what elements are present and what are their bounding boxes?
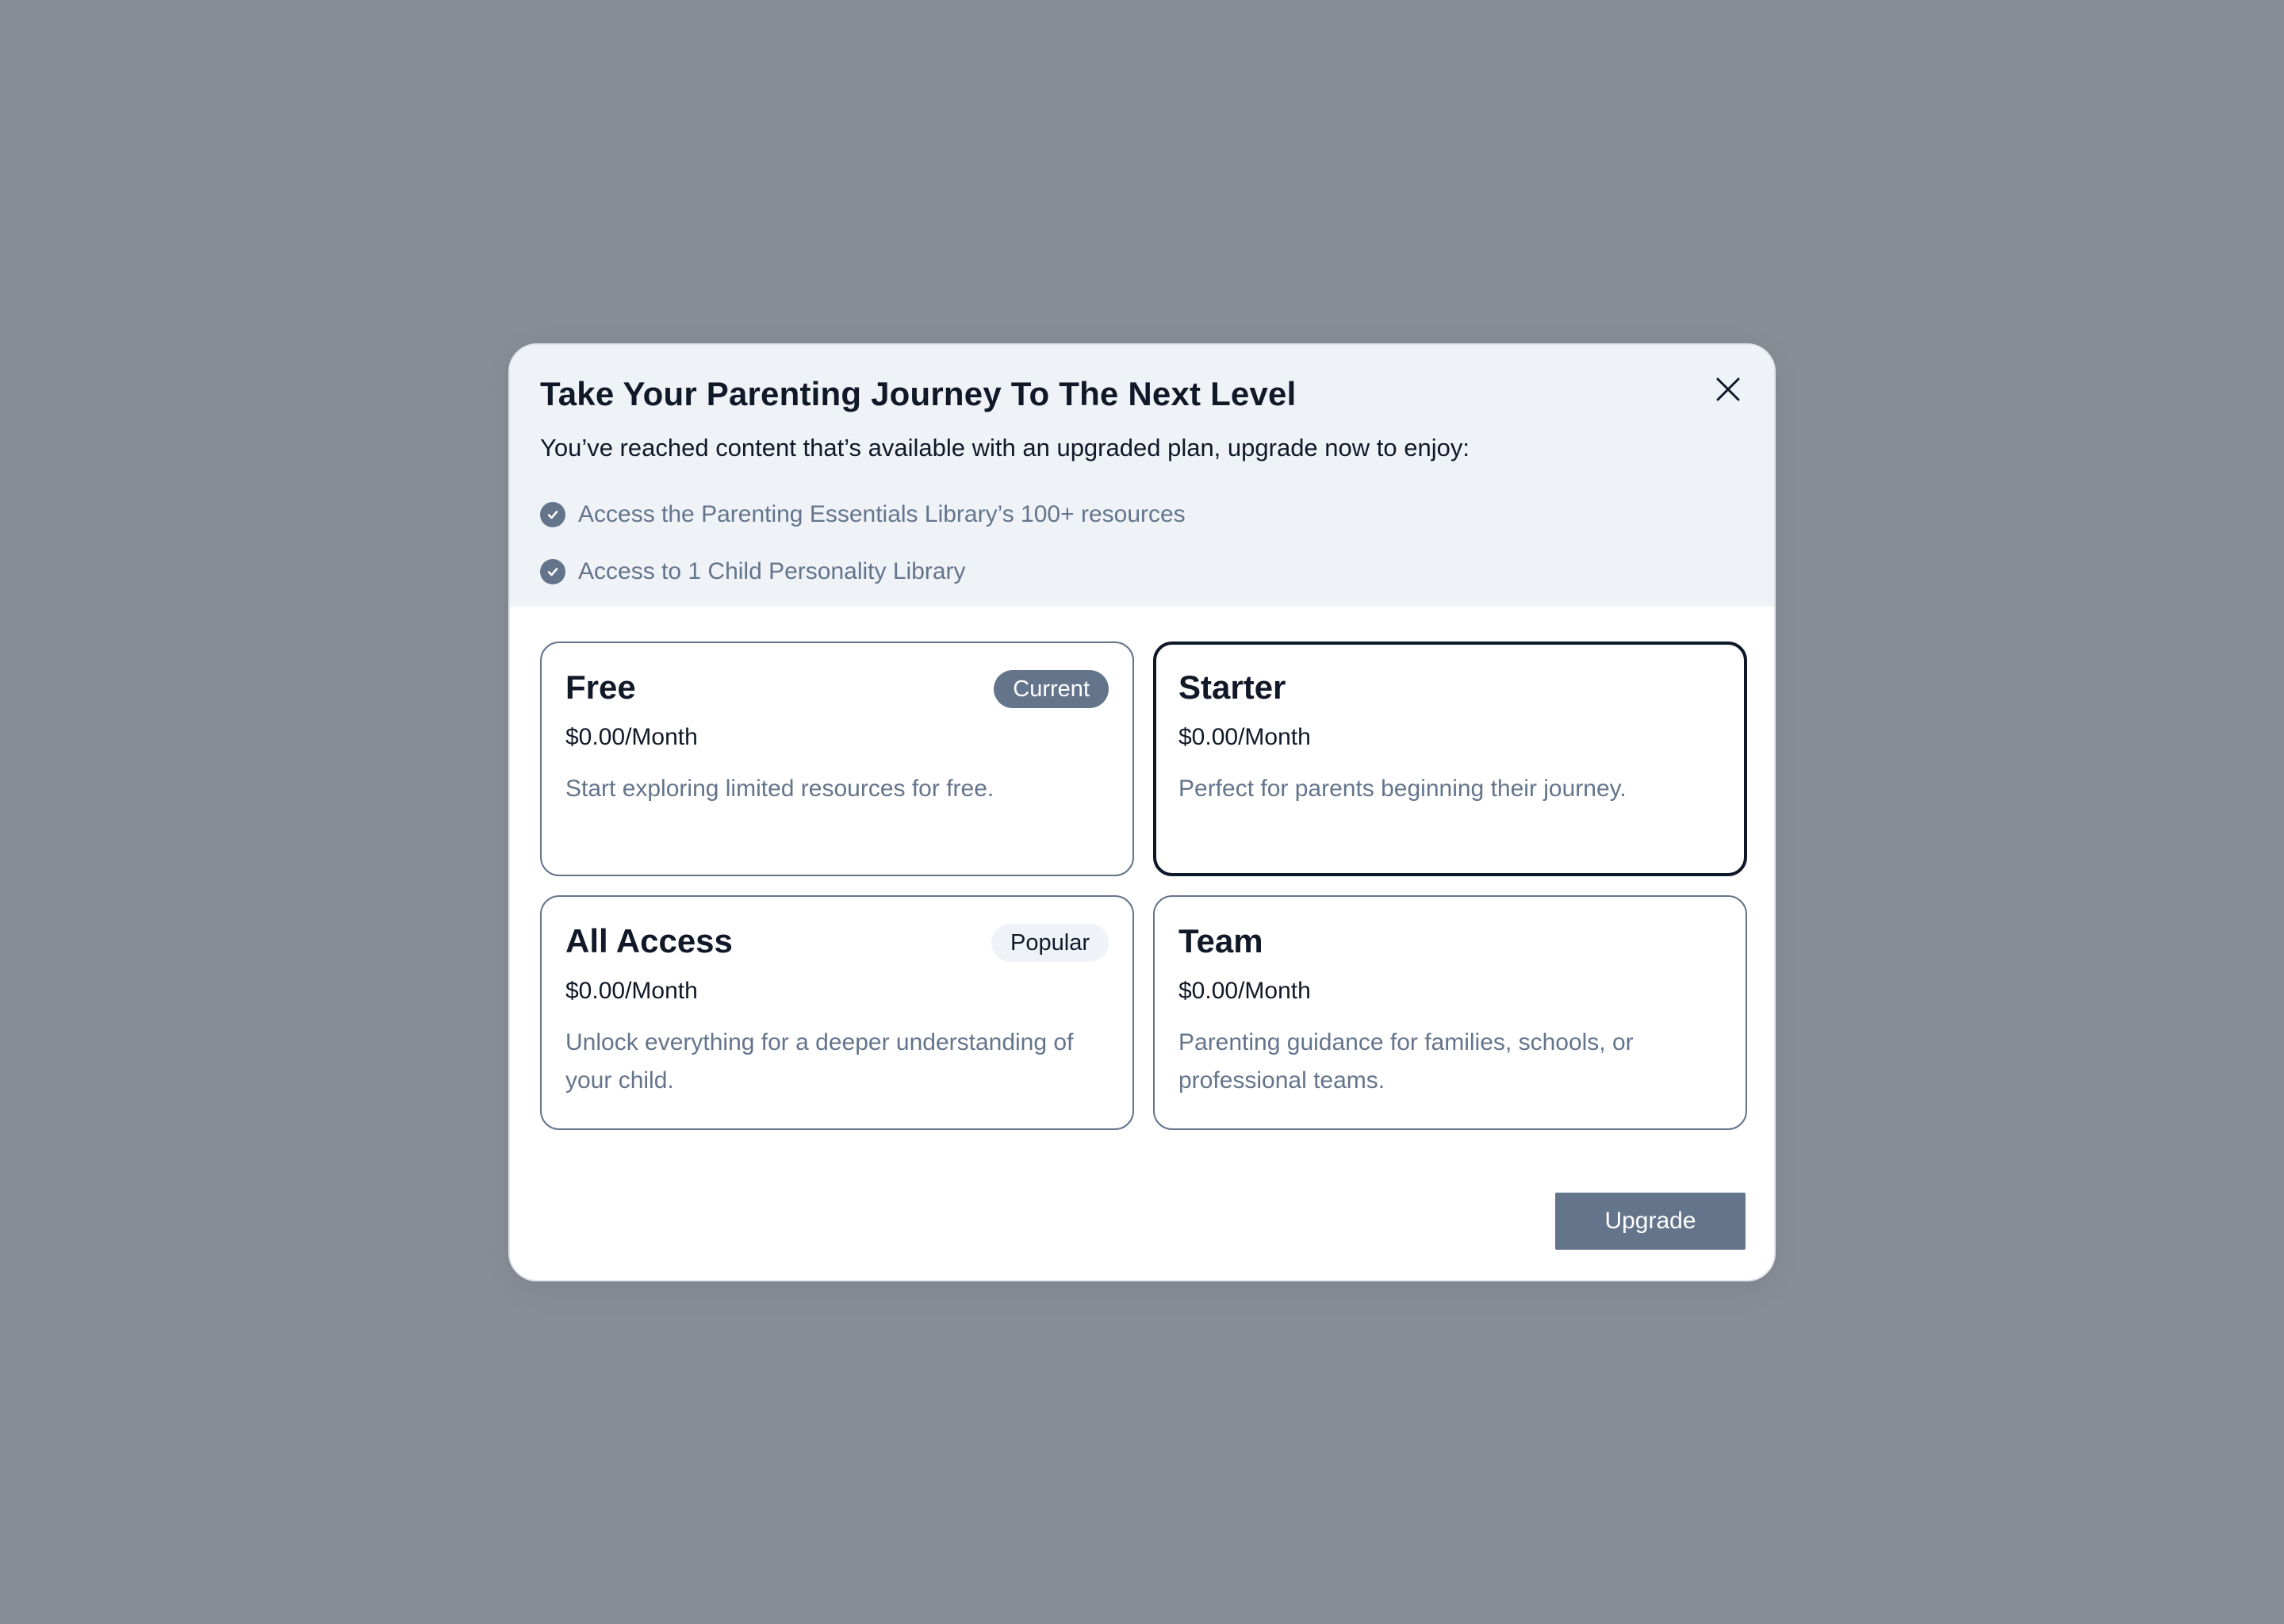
modal-subtitle: You’ve reached content that’s available … (540, 434, 1470, 462)
benefit-item: Access the Parenting Essentials Library’… (540, 499, 1186, 530)
modal-title: Take Your Parenting Journey To The Next … (540, 375, 1297, 412)
plan-price: $0.00/Month (1178, 724, 1311, 750)
current-badge: Current (994, 670, 1109, 708)
plan-card-starter[interactable]: Starter $0.00/Month Perfect for parents … (1153, 642, 1747, 876)
plan-price: $0.00/Month (565, 978, 698, 1004)
modal-header: Take Your Parenting Journey To The Next … (510, 345, 1774, 607)
plan-description: Perfect for parents beginning their jour… (1178, 776, 1627, 802)
check-circle-icon (540, 559, 565, 584)
plan-name: Starter (1178, 668, 1286, 706)
plan-card-content: Team $0.00/Month Parenting guidance for … (1178, 921, 1722, 1100)
benefit-item: Access to 1 Child Personality Library (540, 556, 966, 588)
plan-card-all-access[interactable]: All Access $0.00/Month Unlock everything… (540, 895, 1134, 1130)
benefit-label: Access to 1 Child Personality Library (578, 558, 966, 584)
benefit-label: Access the Parenting Essentials Library’… (578, 501, 1186, 527)
plan-description: Start exploring limited resources for fr… (565, 776, 994, 802)
close-icon (1716, 377, 1740, 401)
plan-name: Team (1178, 922, 1263, 959)
plan-price: $0.00/Month (1178, 978, 1311, 1004)
plan-card-content: Starter $0.00/Month Perfect for parents … (1178, 667, 1722, 808)
plan-card-team[interactable]: Team $0.00/Month Parenting guidance for … (1153, 895, 1747, 1130)
plan-description: Parenting guidance for families, schools… (1178, 1029, 1634, 1094)
upgrade-button[interactable]: Upgrade (1555, 1193, 1746, 1250)
upgrade-modal: Take Your Parenting Journey To The Next … (508, 343, 1776, 1281)
check-circle-icon (540, 502, 565, 527)
popular-badge: Popular (991, 924, 1109, 962)
plan-price: $0.00/Month (565, 724, 698, 750)
close-button[interactable] (1711, 372, 1746, 407)
plan-description: Unlock everything for a deeper understan… (565, 1029, 1074, 1094)
plan-card-free[interactable]: Free $0.00/Month Start exploring limited… (540, 642, 1134, 876)
